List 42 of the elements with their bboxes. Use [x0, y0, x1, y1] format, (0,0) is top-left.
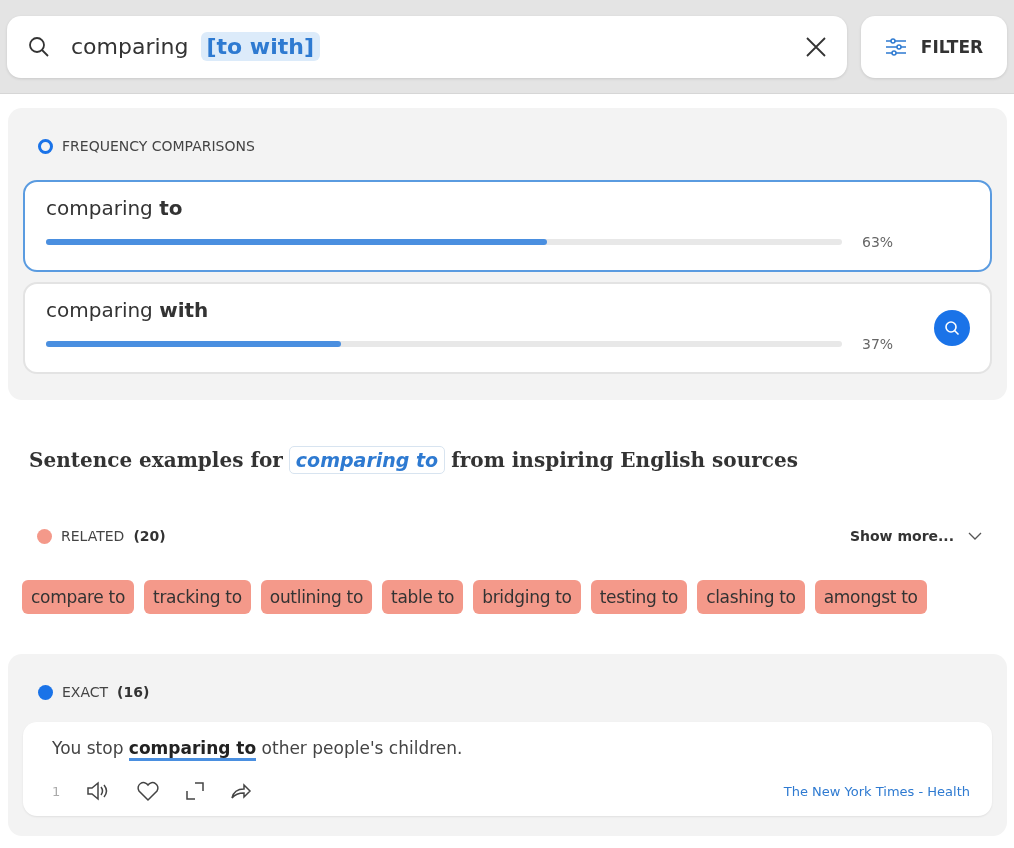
search-button[interactable]	[934, 310, 970, 346]
example-sentence: You stop comparing to other people's children.	[52, 738, 970, 758]
example-number: 1	[52, 783, 61, 799]
expand-icon[interactable]	[186, 782, 205, 800]
related-tag[interactable]: testing to	[590, 580, 688, 614]
section-count: (20)	[133, 528, 166, 544]
percent-label: 37%	[862, 336, 894, 352]
search-icon	[27, 34, 51, 59]
related-tag[interactable]: clashing to	[697, 580, 805, 614]
source-link[interactable]: The New York Times - Health	[783, 783, 970, 799]
related-tag[interactable]: amongst to	[814, 580, 927, 614]
heart-icon[interactable]	[136, 780, 161, 802]
section-label: EXACT	[62, 684, 109, 700]
related-tag[interactable]: compare to	[22, 580, 135, 614]
percent-label: 63%	[862, 234, 894, 250]
section-label: FREQUENCY COMPARISONS	[62, 138, 255, 154]
phrase-prefix: comparing	[46, 196, 153, 220]
section-count: (16)	[117, 684, 150, 700]
frequency-card[interactable]: comparing to 63%	[23, 180, 992, 272]
related-tag[interactable]: outlining to	[260, 580, 373, 614]
sliders-icon	[884, 36, 907, 57]
search-field[interactable]: comparing [to with]	[7, 15, 847, 78]
show-more-button[interactable]: Show more...	[849, 528, 992, 544]
share-icon[interactable]	[230, 782, 253, 800]
ring-icon	[38, 138, 53, 154]
frequency-card[interactable]: comparing with 37%	[23, 282, 992, 374]
related-tag[interactable]: bridging to	[473, 580, 581, 614]
phrase-chip: comparing to	[288, 446, 446, 474]
filter-button[interactable]: FILTER	[861, 15, 1007, 78]
heading-text: Sentence examples for	[29, 448, 283, 472]
phrase-word: with	[159, 298, 209, 322]
search-icon	[944, 320, 960, 336]
section-label: RELATED	[61, 528, 125, 544]
related-tag[interactable]: table to	[382, 580, 464, 614]
phrase-word: to	[159, 196, 183, 220]
related-tag[interactable]: tracking to	[144, 580, 251, 614]
close-icon[interactable]	[805, 35, 827, 58]
chevron-down-icon	[968, 532, 982, 540]
heading-text: from inspiring English sources	[451, 448, 798, 472]
phrase-prefix: comparing	[46, 298, 153, 322]
pattern-chip: [to with]	[200, 32, 320, 61]
search-query: comparing	[71, 34, 189, 59]
